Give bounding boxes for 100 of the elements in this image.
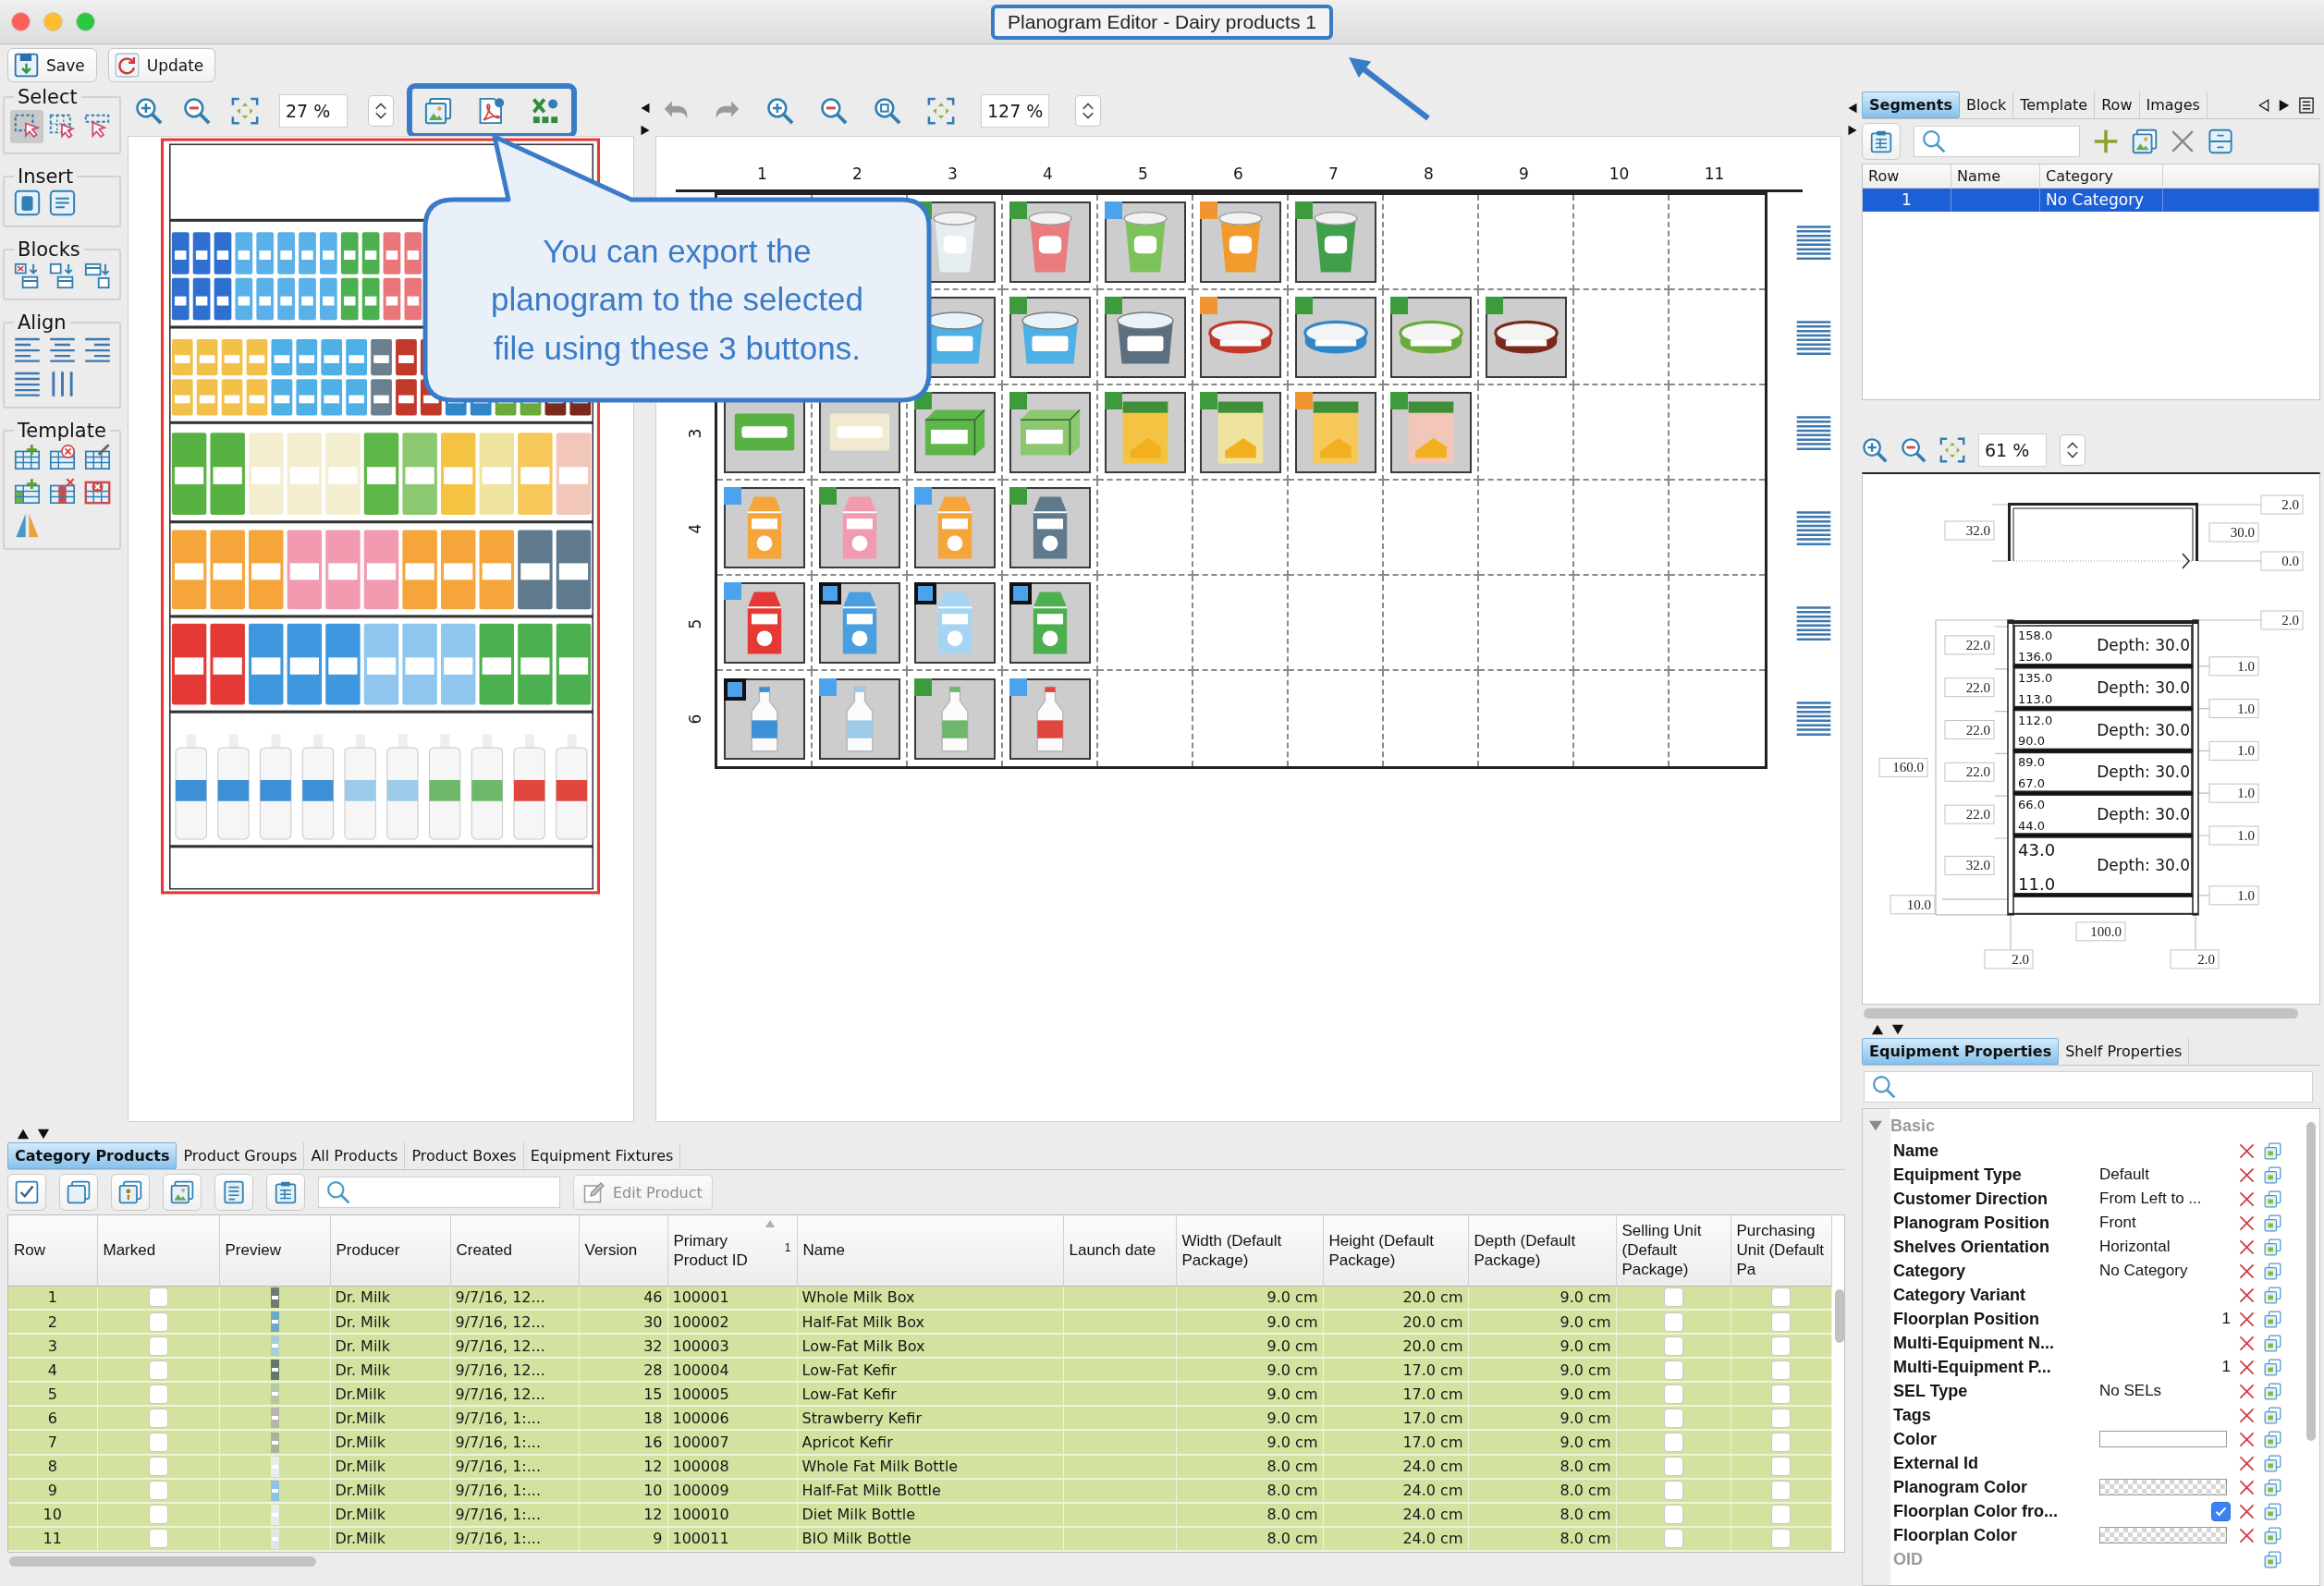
scrollbar-thumb[interactable] [9, 1556, 316, 1567]
pdf-export-icon[interactable] [478, 97, 506, 125]
table-row[interactable]: 1 No Category [1863, 189, 2319, 212]
product-tile[interactable] [1104, 201, 1186, 283]
delete-icon[interactable] [2238, 1431, 2255, 1447]
delete-icon[interactable] [2171, 129, 2195, 153]
column-header[interactable]: Row [8, 1215, 97, 1286]
product-tile[interactable] [1104, 391, 1186, 473]
shelf-slot[interactable] [717, 481, 813, 576]
text-box-icon[interactable] [48, 189, 76, 217]
product-tile[interactable] [818, 581, 900, 664]
copy-icon[interactable] [2263, 1262, 2281, 1280]
search-field[interactable] [1864, 1071, 2313, 1103]
copy-icon[interactable] [2263, 1358, 2281, 1376]
shelf-compartment[interactable] [2013, 794, 2193, 835]
product-tile[interactable] [723, 486, 805, 568]
tab[interactable]: Template [2013, 92, 2096, 118]
checkbox[interactable] [1663, 1287, 1683, 1308]
product-tile[interactable] [913, 486, 996, 568]
triangle-up-icon[interactable] [1871, 1023, 1884, 1036]
checkbox[interactable] [1663, 1433, 1683, 1452]
table-add-icon[interactable] [13, 443, 41, 470]
delete-icon[interactable] [2238, 1190, 2255, 1207]
split-panel-icon[interactable] [2208, 128, 2233, 154]
fit-to-screen-icon[interactable] [927, 97, 955, 125]
shelf-slot[interactable] [1289, 385, 1384, 481]
checkbox[interactable] [1771, 1408, 1791, 1428]
delete-icon[interactable] [2238, 1455, 2255, 1471]
column-header[interactable]: Purchasing Unit (Default Pa [1731, 1215, 1831, 1286]
copy-icon[interactable] [2263, 1334, 2281, 1352]
table-delete-column-icon[interactable] [48, 477, 76, 505]
search-field[interactable] [318, 1177, 560, 1208]
product-tile[interactable] [1009, 677, 1091, 760]
image-copy-icon[interactable] [2132, 128, 2158, 154]
table-row[interactable]: 7 Dr.Milk 9/7/16, 1:... 16 100007 Apricot Kefir 9.0 cm 17.0 cm 9.0 cm [8, 1430, 1831, 1455]
product-tile[interactable] [1009, 581, 1091, 664]
block-move-icon[interactable] [83, 262, 111, 290]
spinner-button[interactable] [368, 95, 394, 127]
delete-icon[interactable] [2238, 1311, 2255, 1327]
tab[interactable]: Product Groups [177, 1142, 305, 1169]
tab[interactable]: Segments [1862, 92, 1960, 118]
shelf-slot[interactable] [1098, 385, 1193, 481]
checkbox[interactable] [1663, 1481, 1683, 1501]
column-header[interactable]: Depth (Default Package) [1468, 1215, 1616, 1286]
shelf-slot[interactable] [1289, 290, 1384, 385]
top-unit-drawing[interactable] [2008, 503, 2198, 569]
shelf-slot[interactable] [1384, 290, 1479, 385]
tab[interactable]: Product Boxes [405, 1142, 524, 1169]
align-left-icon[interactable] [13, 336, 41, 363]
shelf-compartment[interactable] [2013, 836, 2193, 895]
product-insert-icon[interactable] [13, 189, 41, 217]
product-tile[interactable] [1104, 296, 1186, 378]
shelf-compartment[interactable] [2013, 625, 2193, 665]
checkbox[interactable] [148, 1408, 168, 1428]
checkbox[interactable] [1771, 1312, 1791, 1332]
zoom-in-icon[interactable] [766, 97, 794, 125]
shelf-slot[interactable] [1193, 290, 1289, 385]
scrollbar-thumb[interactable] [1834, 1289, 1844, 1343]
product-tile[interactable] [1389, 391, 1472, 473]
copy-icon[interactable] [2263, 1310, 2281, 1328]
spreadsheet-export-icon[interactable] [532, 97, 559, 125]
shelf-compartment[interactable] [2013, 709, 2193, 750]
product-tile[interactable] [1009, 201, 1091, 283]
checkbox[interactable] [1771, 1336, 1791, 1356]
update-button[interactable]: Update [107, 48, 216, 82]
product-tile[interactable] [1199, 296, 1281, 378]
window-close-button[interactable] [11, 12, 31, 31]
info-button[interactable] [111, 1174, 150, 1211]
block-add-icon[interactable] [48, 262, 76, 290]
transparent-swatch[interactable] [2099, 1527, 2227, 1543]
table-add-column-icon[interactable] [13, 477, 41, 505]
shelf-slot[interactable] [1003, 576, 1098, 671]
checkbox[interactable] [1771, 1384, 1791, 1404]
checkbox[interactable] [148, 1360, 168, 1380]
uncheck-button[interactable] [59, 1174, 98, 1211]
checkbox[interactable] [148, 1384, 168, 1404]
tab[interactable]: Equipment Fixtures [523, 1142, 681, 1169]
copy-icon[interactable] [2263, 1190, 2281, 1208]
triangle-right-icon[interactable] [2278, 98, 2291, 112]
fit-to-screen-icon[interactable] [1939, 437, 1965, 463]
fit-to-screen-icon[interactable] [231, 97, 259, 125]
zoom-out-icon[interactable] [1901, 437, 1926, 463]
save-button[interactable]: Save [7, 48, 97, 82]
triangle-left-outline-icon[interactable] [2257, 98, 2270, 112]
column-header[interactable]: Created [450, 1215, 579, 1286]
product-tile[interactable] [1199, 201, 1281, 283]
zoom-out-icon[interactable] [183, 97, 211, 125]
triangle-left-icon[interactable] [639, 103, 651, 114]
clipboard-button[interactable] [266, 1174, 305, 1211]
shelf-slot[interactable] [1098, 195, 1193, 290]
column-header[interactable]: Marked [97, 1215, 219, 1286]
checkbox[interactable] [1663, 1529, 1683, 1549]
list-menu-icon[interactable] [2298, 96, 2315, 114]
checkbox[interactable] [1771, 1529, 1791, 1549]
product-tile[interactable] [1009, 486, 1091, 568]
column-header[interactable]: Selling Unit (Default Package) [1616, 1215, 1731, 1286]
zoom-field[interactable]: 61 % [1978, 433, 2047, 467]
copy-icon[interactable] [2263, 1526, 2281, 1544]
align-center-icon[interactable] [48, 336, 76, 363]
checkbox[interactable] [148, 1336, 168, 1356]
